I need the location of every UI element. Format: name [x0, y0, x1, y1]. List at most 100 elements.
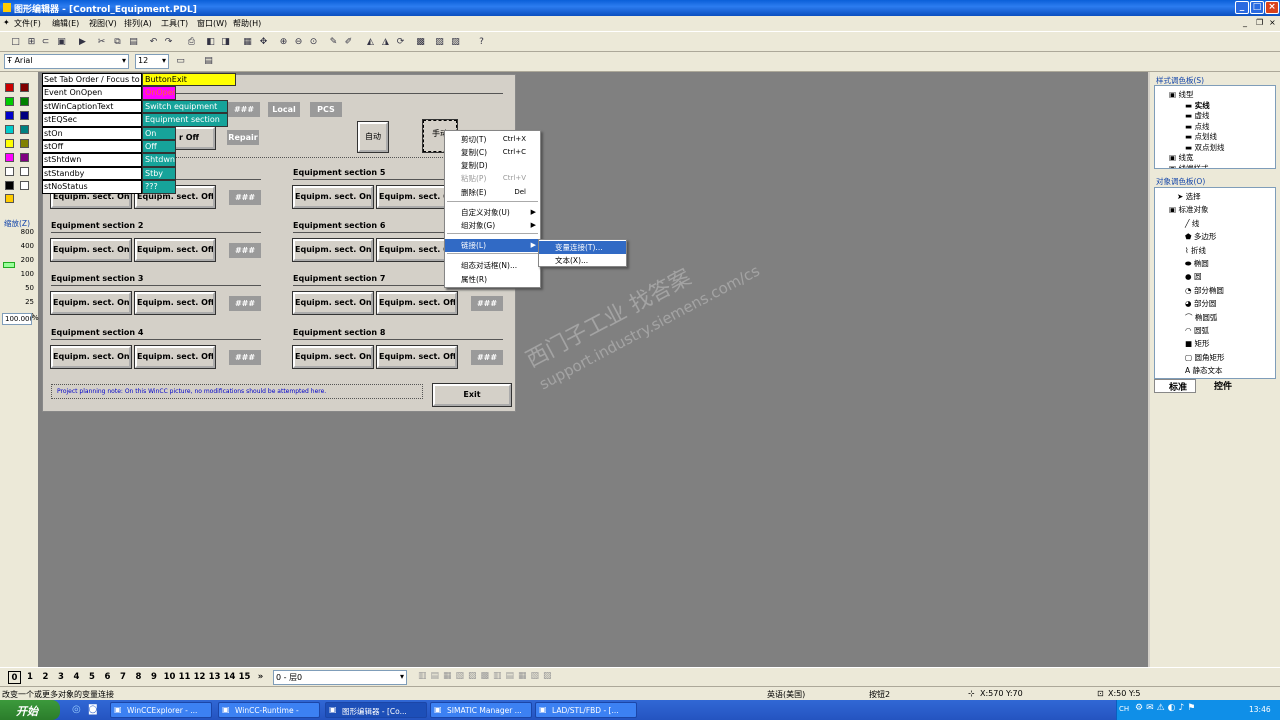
copy-icon[interactable]: ⧉ — [112, 37, 123, 48]
color-swatch[interactable] — [5, 111, 14, 120]
zoom-in-icon[interactable]: ⊕ — [278, 37, 289, 48]
color-swatch[interactable] — [20, 83, 29, 92]
property-row[interactable]: Set Tab Order / Focus to ButtonExit — [42, 73, 236, 87]
layer-page-button[interactable]: 7 — [117, 671, 130, 684]
color-swatch[interactable] — [20, 97, 29, 106]
style-tree-item[interactable]: ▣ 线宽 — [1169, 152, 1193, 163]
context-item[interactable]: 组态对话框(N)... — [445, 259, 540, 272]
object-tree-item[interactable]: ╱ 线 — [1185, 218, 1199, 229]
context-item[interactable]: 自定义对象(U) ▶ — [445, 206, 540, 219]
layer-more-button[interactable]: » — [254, 671, 267, 684]
font-family-select[interactable]: Ŧ Arial ▾ — [4, 54, 129, 69]
style-palette-tree[interactable]: ▣ 线型 ▬ 实线 ▬ 虚线 ▬ 点线 ▬ 点划线 ▬ 双点划线 ▣ 线宽 ▣ 线端样式 — [1154, 85, 1276, 169]
color-swatch[interactable] — [20, 139, 29, 148]
zoom-value[interactable]: 100.000 — [2, 313, 32, 325]
layer-page-button[interactable]: 4 — [70, 671, 83, 684]
context-item[interactable]: 复制(C) Ctrl+C — [445, 146, 540, 159]
line-color-icon[interactable]: ✐ — [343, 37, 354, 48]
mdi-close-icon[interactable]: × — [1269, 18, 1276, 27]
palette-extra-icon[interactable] — [5, 194, 14, 203]
color-swatch[interactable] — [5, 97, 14, 106]
zoom-slider[interactable] — [3, 262, 15, 268]
taskbar-item[interactable]: ▣ 图形编辑器 - [Co... — [325, 702, 427, 718]
print-icon[interactable]: ⎙ — [186, 37, 197, 48]
object-tree-item[interactable]: ⬟ 多边形 — [1185, 231, 1216, 242]
zoom-level[interactable]: 800 — [14, 228, 34, 236]
object-tree-item[interactable]: ⌇ 折线 — [1185, 245, 1206, 256]
fill-pattern-icon[interactable]: ▤ — [203, 56, 214, 67]
ime-indicator[interactable]: CH — [1119, 705, 1129, 713]
zoom-out-icon[interactable]: ⊖ — [293, 37, 304, 48]
run-icon[interactable]: ▶ — [77, 37, 88, 48]
mirror-v-icon[interactable]: ◭ — [365, 37, 376, 48]
color-swatch[interactable] — [20, 153, 29, 162]
color-swatch[interactable] — [5, 181, 14, 190]
taskbar-item[interactable]: ▣ WinCCExplorer - ... — [110, 702, 212, 718]
context-item[interactable]: 剪切(T) Ctrl+X — [445, 133, 540, 146]
font-size-select[interactable]: 12 ▾ — [135, 54, 169, 69]
layer-select[interactable]: 0 - 层0 ▾ — [273, 670, 407, 685]
section-on-button[interactable]: Equipm. sect. On — [292, 185, 374, 209]
style-tree-item[interactable]: ▣ 线端样式 — [1169, 163, 1208, 169]
layer-page-button[interactable]: 13 — [208, 671, 221, 684]
layer-page-button[interactable]: 5 — [86, 671, 99, 684]
property-row[interactable]: stNoStatus??? — [42, 180, 236, 194]
property-row[interactable]: stOn On — [42, 126, 236, 140]
section-off-button[interactable]: Equipm. sect. Off — [376, 345, 458, 369]
menu-edit[interactable]: 编辑(E) — [52, 18, 79, 29]
object-tree-item[interactable]: ⌒ 椭圆弧 — [1185, 312, 1217, 323]
property-row[interactable]: stShtdwn Shtdwn — [42, 153, 236, 167]
local-button[interactable]: Local — [268, 102, 300, 117]
zoom-level[interactable]: 25 — [14, 298, 34, 306]
paste-icon[interactable]: ▤ — [128, 37, 139, 48]
style-tree-item[interactable]: ▣ 线型 — [1169, 89, 1193, 100]
object-tree-item[interactable]: ▢ 圆角矩形 — [1185, 352, 1224, 363]
layer-page-button[interactable]: 11 — [178, 671, 191, 684]
style-tree-item[interactable]: ▬ 点划线 — [1185, 131, 1217, 142]
layer-page-button[interactable]: 8 — [132, 671, 145, 684]
object-tree-item[interactable]: A 静态文本 — [1185, 365, 1223, 376]
section-on-button[interactable]: Equipm. sect. On — [292, 291, 374, 315]
maximize-icon[interactable]: □ — [1250, 1, 1264, 14]
section-on-button[interactable]: Equipm. sect. On — [292, 238, 374, 262]
color-swatch[interactable] — [5, 125, 14, 134]
help-icon[interactable]: ? — [476, 37, 487, 48]
object-tree-item[interactable]: ● 圆 — [1185, 271, 1201, 282]
quicklaunch-desktop-icon[interactable]: ◙ — [88, 704, 98, 715]
property-row[interactable]: stOff Off — [42, 139, 236, 154]
open-icon[interactable]: ⊂ — [40, 37, 51, 48]
property-row[interactable]: Event OnOpen OnOpen — [42, 86, 236, 100]
palette-tab-controls[interactable]: 控件 — [1198, 379, 1240, 393]
menu-arrange[interactable]: 排列(A) — [124, 18, 152, 29]
layer-page-button[interactable]: 1 — [24, 671, 37, 684]
grid-icon[interactable]: ▦ — [242, 37, 253, 48]
snap-icon[interactable]: ✥ — [258, 37, 269, 48]
style-tree-item[interactable]: ▬ 虚线 — [1185, 110, 1209, 121]
line-style-icon[interactable]: ▭ — [175, 56, 186, 67]
zoom-level[interactable]: 100 — [14, 270, 34, 278]
menu-file[interactable]: 文件(F) — [14, 18, 41, 29]
section-on-button[interactable]: Equipm. sect. On — [292, 345, 374, 369]
properties-icon[interactable]: ▩ — [415, 37, 426, 48]
color-swatch[interactable] — [5, 167, 14, 176]
menu-tools[interactable]: 工具(T) — [161, 18, 188, 29]
object-tree-item[interactable]: ➤ 选择 — [1177, 191, 1201, 202]
auto-button[interactable]: 自动 — [357, 121, 389, 153]
foreground-icon[interactable]: ◧ — [205, 37, 216, 48]
object-tree-item[interactable]: ◠ 圆弧 — [1185, 325, 1209, 336]
new-page-icon[interactable]: ⊞ — [26, 37, 37, 48]
section-on-button[interactable]: Equipm. sect. On — [50, 345, 132, 369]
style-tree-item[interactable]: ▬ 点线 — [1185, 121, 1209, 132]
section-off-button[interactable]: Equipm. sect. Off — [134, 291, 216, 315]
save-icon[interactable]: ▣ — [56, 37, 67, 48]
color-swatch[interactable] — [20, 181, 29, 190]
object-tree-item[interactable]: ⬬ 椭圆 — [1185, 258, 1209, 269]
taskbar-item[interactable]: ▣ LAD/STL/FBD - [... — [535, 702, 637, 718]
menu-help[interactable]: 帮助(H) — [233, 18, 261, 29]
color-swatch[interactable] — [20, 167, 29, 176]
layer-page-button[interactable]: 6 — [101, 671, 114, 684]
context-item[interactable]: 链接(L) ▶ — [445, 239, 540, 252]
layer-page-button[interactable]: 14 — [223, 671, 236, 684]
section-on-button[interactable]: Equipm. sect. On — [50, 238, 132, 262]
section-off-button[interactable]: Equipm. sect. Off — [134, 345, 216, 369]
